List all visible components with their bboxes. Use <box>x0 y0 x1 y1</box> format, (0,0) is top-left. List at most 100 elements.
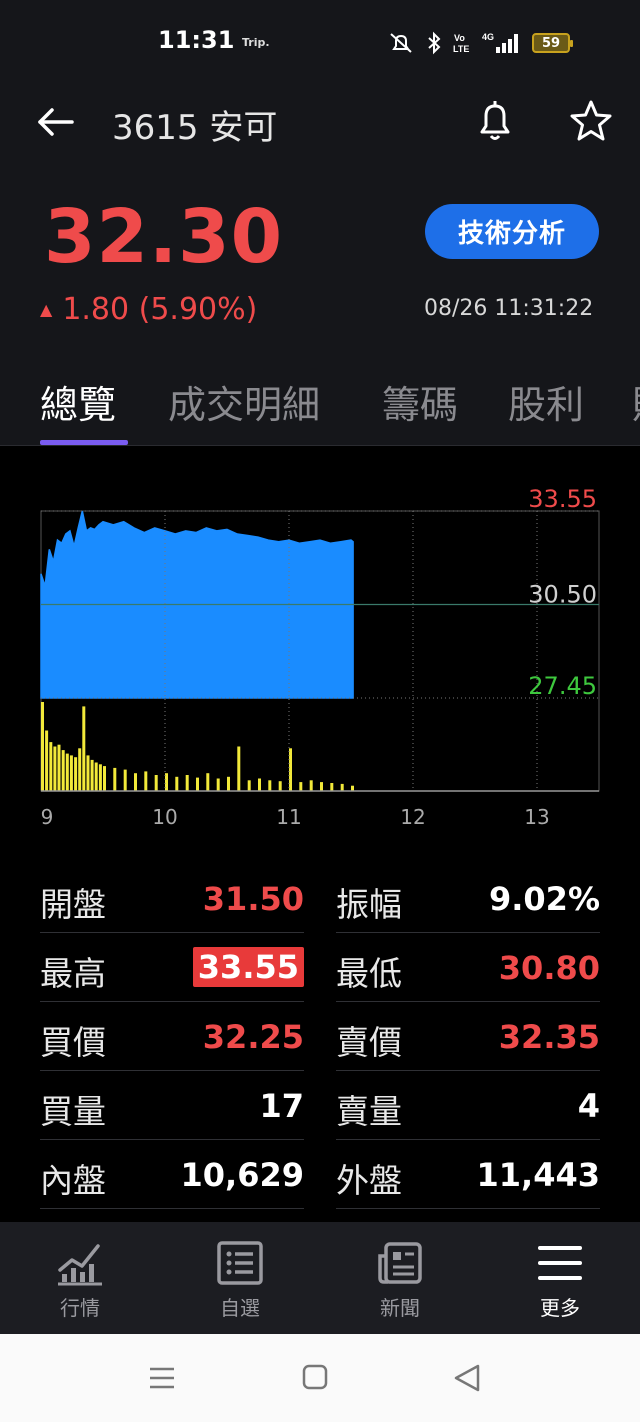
technical-analysis-button[interactable]: 技術分析 <box>425 204 599 259</box>
volume-bar <box>144 771 148 791</box>
up-arrow-icon: ▲ <box>40 300 53 319</box>
volume-bar <box>49 742 53 792</box>
stat-value: 10,629 <box>180 1156 304 1194</box>
favorite-button[interactable] <box>566 96 616 146</box>
nav-market[interactable]: 行情 <box>20 1222 140 1334</box>
recents-icon[interactable] <box>142 1360 182 1396</box>
news-icon <box>378 1242 422 1284</box>
android-nav-bar <box>0 1334 640 1422</box>
stat-label: 最低 <box>336 954 402 993</box>
current-price: 32.30 <box>44 194 284 280</box>
stat-label: 振幅 <box>336 885 402 924</box>
mute-icon <box>390 33 412 53</box>
volume-bar <box>154 775 158 791</box>
stat-value: 17 <box>259 1087 304 1125</box>
volume-bar <box>237 746 241 791</box>
stat-value: 30.80 <box>498 949 600 987</box>
nav-label: 新聞 <box>380 1296 420 1320</box>
nav-more[interactable]: 更多 <box>500 1222 620 1334</box>
volume-bar <box>185 775 189 791</box>
x-tick-label: 11 <box>276 805 301 829</box>
x-tick-label: 12 <box>400 805 425 829</box>
volume-bar <box>289 748 292 791</box>
volume-bar <box>61 750 65 791</box>
price-change: ▲ 1.80 (5.90%) <box>40 292 257 327</box>
status-carrier-tag: Trip. <box>242 36 270 49</box>
volume-bar <box>53 746 57 791</box>
alert-button[interactable] <box>470 96 520 146</box>
x-tick-label: 10 <box>152 805 177 829</box>
volume-bar <box>65 753 69 791</box>
bell-icon <box>480 101 510 140</box>
y-label-high: 33.55 <box>528 485 597 513</box>
svg-text:4G: 4G <box>482 32 494 42</box>
volume-bar <box>90 759 94 791</box>
stat-label: 買量 <box>40 1092 106 1131</box>
stat-label: 買價 <box>40 1023 106 1062</box>
volume-bar <box>134 773 137 791</box>
volume-bar <box>278 781 282 791</box>
tab-bar: 總覽 成交明細 籌碼 股利 財 <box>0 374 640 446</box>
y-label-ref: 30.50 <box>528 581 597 609</box>
stat-row: 開盤 31.50 振幅 9.02% <box>40 864 600 933</box>
battery-indicator: 59 <box>532 33 573 53</box>
list-icon <box>217 1241 263 1285</box>
volume-bar <box>206 773 210 791</box>
volume-bar <box>299 782 303 791</box>
nav-label: 自選 <box>220 1296 260 1320</box>
intraday-chart-svg: 33.55 30.50 27.45 9 10 11 12 13 <box>40 485 600 829</box>
volume-bar <box>320 782 323 791</box>
stock-header: 3615 安可 32.30 ▲ 1.80 (5.90%) 技術分析 08/26 … <box>0 86 640 446</box>
nav-watchlist[interactable]: 自選 <box>180 1222 300 1334</box>
stat-row: 最高 33.55 最低 30.80 <box>40 933 600 1002</box>
volume-bar <box>45 730 49 791</box>
tab-overview[interactable]: 總覽 <box>40 374 116 429</box>
stat-label: 開盤 <box>40 885 106 924</box>
stat-high: 最高 33.55 <box>40 933 304 1002</box>
stat-value: 32.25 <box>202 1018 304 1056</box>
back-icon[interactable] <box>448 1360 488 1396</box>
active-tab-indicator <box>40 440 128 445</box>
arrow-left-icon <box>38 108 74 136</box>
status-bar: 11:31 Trip. Vo LTE 4G 59 <box>0 0 640 86</box>
stat-value: 31.50 <box>202 880 304 918</box>
stat-low: 最低 30.80 <box>336 933 600 1002</box>
svg-text:Vo: Vo <box>454 33 465 43</box>
tab-financials[interactable]: 財 <box>632 374 640 429</box>
nav-label: 行情 <box>60 1296 100 1320</box>
stat-row: 買價 32.25 賣價 32.35 <box>40 1002 600 1071</box>
4g-signal-icon: 4G <box>482 32 518 53</box>
volume-bar <box>78 748 82 791</box>
stat-value: 4 <box>577 1087 600 1125</box>
volume-bar <box>57 744 61 791</box>
bottom-nav: 行情 自選 新聞 更多 <box>0 1222 640 1334</box>
volume-bar <box>175 776 179 791</box>
intraday-chart: 33.55 30.50 27.45 9 10 11 12 13 <box>0 480 640 830</box>
nav-news[interactable]: 新聞 <box>340 1222 460 1334</box>
svg-text:LTE: LTE <box>453 44 469 54</box>
tab-dividends[interactable]: 股利 <box>508 374 584 429</box>
volume-bar <box>74 757 78 791</box>
stat-label: 賣價 <box>336 1023 402 1062</box>
stat-row: 內盤 10,629 外盤 11,443 <box>40 1140 600 1209</box>
stat-amplitude: 振幅 9.02% <box>336 864 600 933</box>
volume-bar <box>41 702 44 791</box>
menu-icon <box>538 1246 582 1280</box>
volume-bar <box>196 777 199 791</box>
volume-bar <box>216 778 220 791</box>
star-icon <box>570 100 612 141</box>
y-label-low: 27.45 <box>528 672 597 700</box>
volume-bar <box>340 783 344 791</box>
tab-chips[interactable]: 籌碼 <box>382 374 458 429</box>
volume-bar <box>103 766 106 791</box>
stat-label: 外盤 <box>336 1161 402 1200</box>
volume-bar <box>123 769 127 791</box>
stat-bid: 買價 32.25 <box>40 1002 304 1071</box>
stat-open: 開盤 31.50 <box>40 864 304 933</box>
volume-bar <box>69 755 73 791</box>
back-button[interactable] <box>34 100 78 144</box>
tab-trade-details[interactable]: 成交明細 <box>168 374 320 429</box>
home-icon[interactable] <box>295 1360 335 1396</box>
volume-bar <box>98 764 102 791</box>
volume-bar <box>94 762 98 791</box>
